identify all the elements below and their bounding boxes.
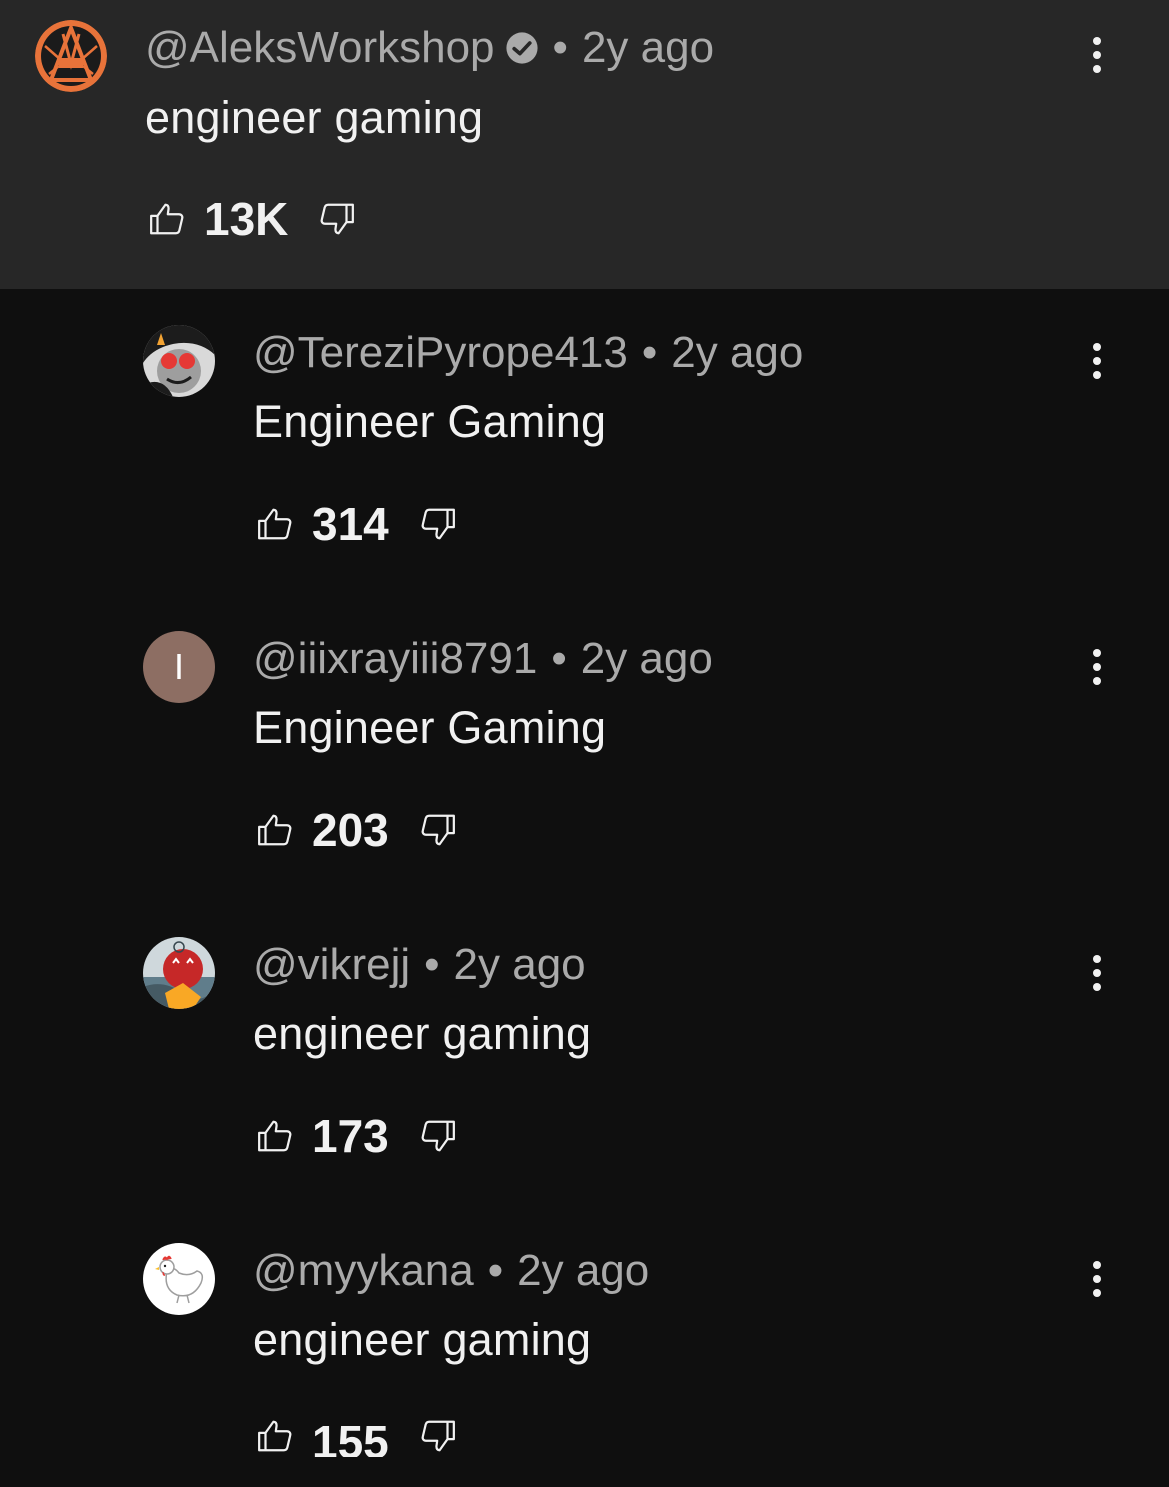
separator: • [641, 328, 658, 377]
red-character-avatar-icon [143, 937, 215, 1009]
thumbs-up-icon [258, 814, 292, 846]
thumbs-down-icon [421, 508, 455, 540]
dislike-button[interactable] [419, 811, 457, 849]
avatar[interactable] [35, 20, 107, 92]
aleksworkshop-logo-icon [35, 20, 107, 92]
timestamp[interactable]: 2y ago [582, 22, 714, 74]
comment-header: @iiixrayiii8791 • 2y ago [253, 633, 713, 685]
avatar[interactable] [143, 325, 215, 397]
comment-header: @myykana • 2y ago [253, 1245, 649, 1297]
comment-actions: 173 [256, 1111, 457, 1161]
thumbs-down-icon [421, 1420, 455, 1452]
dislike-button[interactable] [419, 1117, 457, 1155]
avatar[interactable] [143, 937, 215, 1009]
author-handle[interactable]: @myykana [253, 1245, 474, 1297]
more-options-button[interactable] [1077, 1249, 1117, 1309]
thumbs-up-icon [258, 508, 292, 540]
comment-text: engineer gaming [253, 1008, 592, 1059]
author-handle[interactable]: @iiixrayiii8791 [253, 633, 537, 685]
verified-icon [505, 31, 539, 65]
terezi-avatar-icon [143, 325, 215, 397]
comment-text: Engineer Gaming [253, 396, 607, 447]
dislike-button[interactable] [419, 1417, 457, 1455]
reply-comment: @TereziPyrope413 • 2y ago Engineer Gamin… [0, 289, 1169, 595]
thumbs-down-icon [320, 203, 355, 235]
highlighted-comment: @AleksWorkshop • 2y ago engineer gaming … [0, 0, 1169, 289]
reply-comment: @vikrejj • 2y ago engineer gaming 173 [0, 901, 1169, 1207]
timestamp[interactable]: 2y ago [517, 1245, 649, 1297]
separator: • [551, 634, 567, 683]
like-button[interactable] [256, 505, 294, 543]
comment-text: engineer gaming [145, 92, 484, 143]
author-handle[interactable]: @TereziPyrope413 [253, 327, 628, 379]
timestamp[interactable]: 2y ago [454, 939, 586, 991]
comment-actions: 155 [256, 1417, 457, 1457]
thumbs-down-icon [421, 1120, 455, 1152]
separator: • [552, 23, 568, 72]
like-button[interactable] [256, 811, 294, 849]
like-button[interactable] [256, 1417, 294, 1455]
comment-thread: @AleksWorkshop • 2y ago engineer gaming … [0, 0, 1169, 1487]
like-count: 13K [204, 193, 289, 245]
thumbs-up-icon [258, 1120, 292, 1152]
timestamp[interactable]: 2y ago [581, 633, 713, 685]
comment-header: @TereziPyrope413 • 2y ago [253, 327, 803, 379]
comment-text: Engineer Gaming [253, 702, 607, 753]
separator: • [424, 940, 440, 989]
like-count: 173 [312, 1110, 389, 1162]
dislike-button[interactable] [419, 505, 457, 543]
comment-text: engineer gaming [253, 1314, 592, 1365]
author-handle[interactable]: @vikrejj [253, 939, 410, 991]
more-options-button[interactable] [1077, 637, 1117, 697]
vertical-dots-icon [1093, 343, 1101, 379]
comment-header: @AleksWorkshop • 2y ago [145, 22, 714, 74]
avatar[interactable] [143, 1243, 215, 1315]
comment-header: @vikrejj • 2y ago [253, 939, 586, 991]
vertical-dots-icon [1093, 1261, 1101, 1297]
avatar[interactable]: I [143, 631, 215, 703]
thumbs-up-icon [150, 203, 184, 235]
thumbs-up-icon [258, 1420, 292, 1452]
timestamp[interactable]: 2y ago [671, 327, 803, 379]
reply-comment: @myykana • 2y ago engineer gaming 155 [0, 1207, 1169, 1487]
comment-actions: 314 [256, 499, 457, 549]
like-count: 314 [312, 498, 389, 550]
like-button[interactable] [256, 1117, 294, 1155]
avatar-letter: I [173, 646, 184, 687]
separator: • [487, 1246, 504, 1295]
more-options-button[interactable] [1077, 25, 1117, 85]
more-options-button[interactable] [1077, 943, 1117, 1003]
vertical-dots-icon [1093, 649, 1101, 685]
more-options-button[interactable] [1077, 331, 1117, 391]
dislike-button[interactable] [318, 200, 356, 238]
like-button[interactable] [148, 200, 186, 238]
reply-comment: I @iiixrayiii8791 • 2y ago Engineer Gami… [0, 595, 1169, 901]
vertical-dots-icon [1093, 955, 1101, 991]
vertical-dots-icon [1093, 37, 1101, 73]
comment-actions: 203 [256, 805, 457, 855]
chicken-avatar-icon [143, 1243, 215, 1315]
like-count: 155 [312, 1417, 389, 1457]
comment-actions: 13K [148, 194, 356, 244]
like-count: 203 [312, 804, 389, 856]
author-handle[interactable]: @AleksWorkshop [145, 22, 495, 74]
thumbs-down-icon [421, 814, 455, 846]
